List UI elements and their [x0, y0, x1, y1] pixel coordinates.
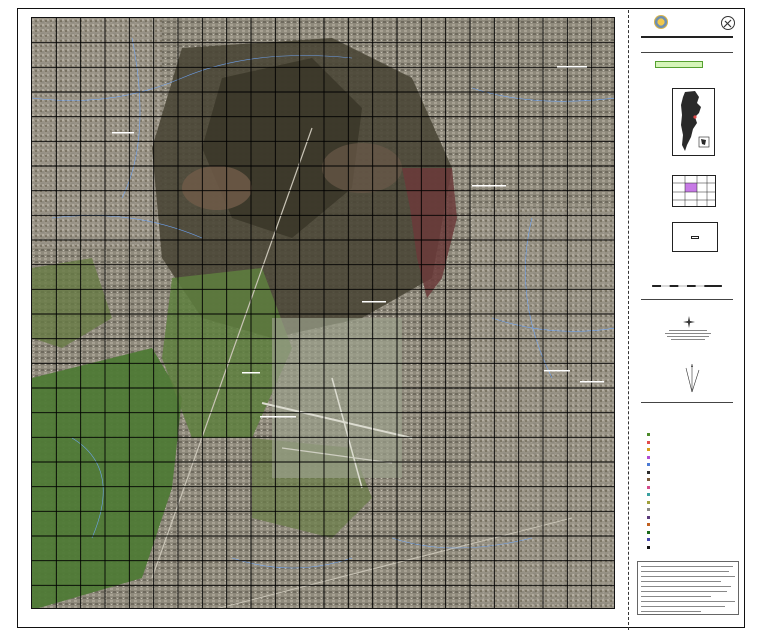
field-brown-2	[322, 143, 402, 193]
note-text-line	[641, 566, 733, 567]
map-label	[557, 66, 587, 68]
north-arrow-icon	[683, 316, 695, 328]
notes-box	[637, 561, 739, 615]
map-label	[260, 416, 296, 418]
scale-bar	[652, 285, 722, 287]
note-text-line	[641, 611, 701, 612]
panel-divider	[628, 10, 629, 630]
legend-symbol-icon	[647, 485, 650, 489]
legend-symbol-icon	[647, 515, 650, 519]
map-canvas[interactable]	[32, 18, 615, 609]
map-label	[362, 301, 386, 303]
legend-symbol-icon	[647, 530, 650, 534]
legend-symbol-icon	[647, 545, 650, 549]
note-text-line	[641, 586, 731, 587]
adjacent-sheet-box	[672, 222, 718, 252]
note-text-line	[641, 596, 711, 597]
declination-diagram-icon	[685, 364, 700, 393]
sheet-badge	[655, 61, 703, 68]
legend-symbol-icon	[647, 440, 650, 444]
location-map-box	[672, 88, 715, 156]
legend-symbol-icon	[647, 455, 650, 459]
note-text-line	[641, 606, 725, 607]
legend-symbol-icon	[647, 538, 650, 541]
legend-symbol-icon	[647, 463, 650, 466]
note-text-line	[641, 571, 729, 572]
legend-panel	[633, 12, 743, 624]
separator-1	[641, 299, 733, 300]
legend-symbol-icon	[647, 523, 650, 526]
legend-symbol-icon	[647, 508, 650, 511]
note-text-line	[641, 576, 735, 577]
map-label	[112, 132, 134, 134]
map-label	[544, 370, 570, 372]
satellite-map[interactable]	[31, 17, 615, 609]
legend-symbol-icon	[647, 500, 650, 504]
legend-symbol-icon	[647, 478, 650, 481]
legend-symbol-icon	[647, 433, 650, 436]
institute-logo-icon	[721, 16, 735, 30]
urban-area-east	[472, 208, 614, 608]
separator-2	[641, 402, 733, 403]
note-text-line	[641, 581, 721, 582]
urban-area-west	[32, 18, 162, 248]
map-label	[242, 372, 260, 374]
legend-symbol-icon	[647, 448, 650, 451]
title-rule	[641, 36, 733, 38]
note-text-line	[641, 601, 735, 602]
legend-symbol-icon	[647, 470, 650, 474]
map-label	[580, 381, 604, 383]
note-text-line	[641, 591, 727, 592]
legend-symbol-icon	[647, 493, 650, 496]
field-brown	[182, 166, 252, 210]
argentina-outline-icon	[681, 91, 710, 151]
emblem-icon	[654, 15, 668, 29]
sheet-index-grid	[672, 175, 716, 207]
map-label	[472, 185, 506, 187]
title-rule-bottom	[641, 52, 733, 53]
projection-text	[663, 328, 713, 342]
